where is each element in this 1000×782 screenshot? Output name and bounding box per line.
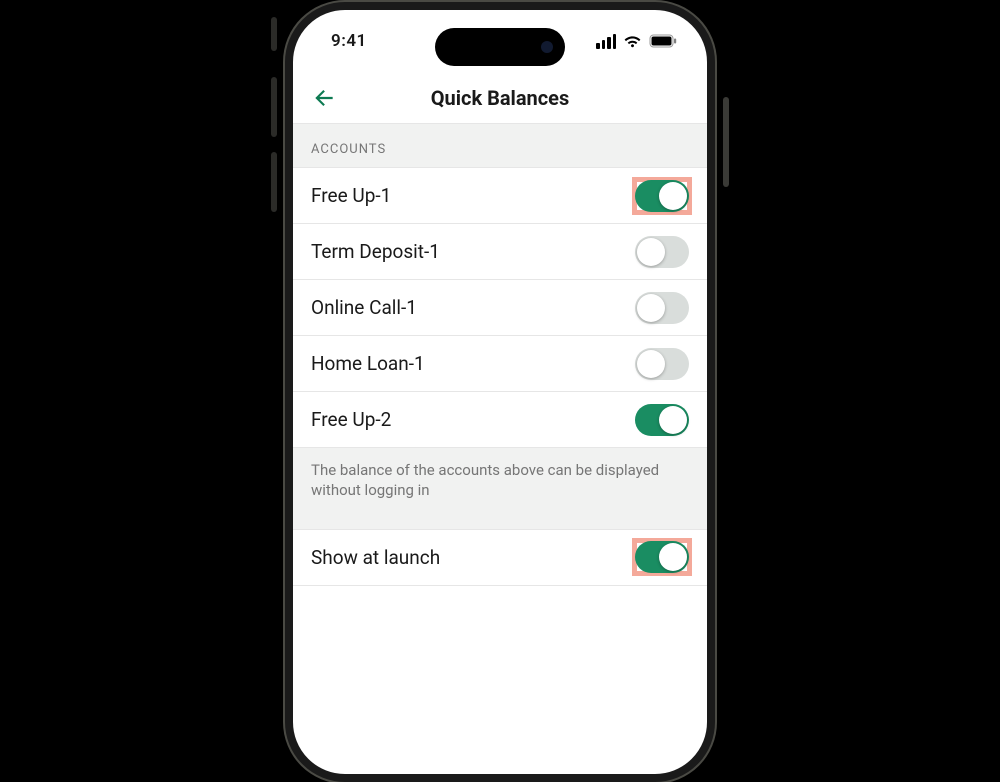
status-time: 9:41 — [331, 31, 367, 51]
status-indicators — [596, 34, 677, 49]
account-label: Free Up-1 — [311, 184, 391, 207]
battery-icon — [649, 34, 677, 48]
toggle-knob — [659, 406, 687, 434]
account-label: Home Loan-1 — [311, 352, 425, 375]
highlight-frame — [632, 177, 692, 215]
show-at-launch-toggle[interactable] — [635, 541, 689, 573]
page-title: Quick Balances — [431, 86, 570, 110]
toggle-knob — [659, 543, 687, 571]
arrow-left-icon — [311, 85, 337, 111]
account-row: Free Up-2 — [293, 392, 707, 448]
account-toggle[interactable] — [635, 292, 689, 324]
phone-frame-wrap: 9:41 Quick Balances ACCOUNTS Free Up-1 Te… — [285, 0, 715, 782]
account-label: Term Deposit-1 — [311, 240, 440, 263]
dynamic-island — [435, 28, 565, 66]
account-label: Online Call-1 — [311, 296, 417, 319]
account-toggle[interactable] — [635, 348, 689, 380]
phone-volume-down — [271, 152, 277, 212]
toggle-knob — [659, 182, 687, 210]
toggle-knob — [637, 350, 665, 378]
account-row: Home Loan-1 — [293, 336, 707, 392]
account-row: Free Up-1 — [293, 168, 707, 224]
cellular-icon — [596, 34, 616, 49]
account-toggle[interactable] — [635, 236, 689, 268]
account-row: Term Deposit-1 — [293, 224, 707, 280]
app-header: Quick Balances — [293, 72, 707, 124]
accounts-list: Free Up-1 Term Deposit-1 Online Call-1 Home… — [293, 168, 707, 448]
highlight-frame — [632, 538, 692, 576]
accounts-caption: The balance of the accounts above can be… — [293, 448, 707, 530]
show-at-launch-row: Show at launch — [293, 530, 707, 586]
phone-volume-up — [271, 77, 277, 137]
wifi-icon — [623, 34, 642, 48]
account-toggle[interactable] — [635, 404, 689, 436]
account-row: Online Call-1 — [293, 280, 707, 336]
section-header-accounts: ACCOUNTS — [293, 124, 707, 168]
back-button[interactable] — [307, 81, 341, 115]
account-label: Free Up-2 — [311, 408, 391, 431]
phone-side-button — [271, 17, 277, 51]
account-toggle[interactable] — [635, 180, 689, 212]
show-at-launch-label: Show at launch — [311, 546, 440, 569]
phone-power-button — [723, 97, 729, 187]
toggle-knob — [637, 238, 665, 266]
phone-screen: 9:41 Quick Balances ACCOUNTS Free Up-1 Te… — [285, 2, 715, 782]
toggle-knob — [637, 294, 665, 322]
